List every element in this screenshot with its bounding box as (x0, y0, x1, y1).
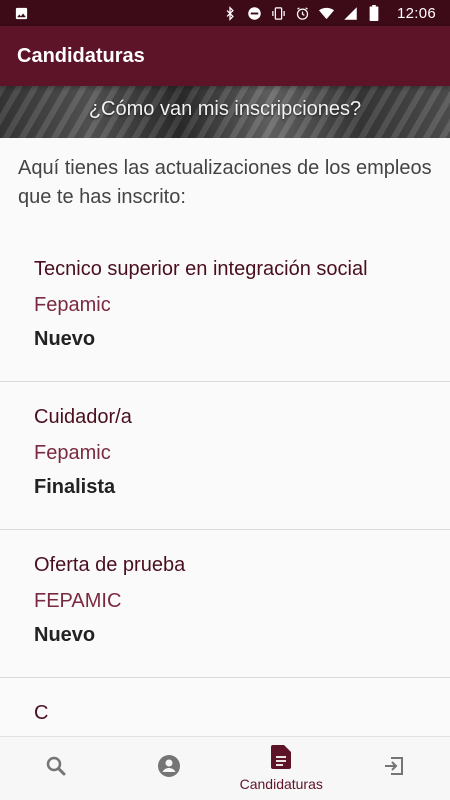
vibrate-icon (271, 6, 286, 21)
exit-icon (382, 754, 406, 783)
document-icon (271, 745, 292, 774)
status-bar: 12:06 (0, 0, 450, 26)
application-card[interactable]: Oferta de prueba FEPAMIC Nuevo (0, 530, 450, 678)
application-status: Nuevo (34, 624, 96, 646)
nav-logout[interactable] (338, 737, 450, 800)
applications-list[interactable]: Aquí tienes las actualizaciones de los e… (0, 138, 450, 736)
company-name: FEPAMIC (34, 590, 122, 612)
bottom-navigation: Candidaturas (0, 736, 450, 800)
bluetooth-icon (223, 5, 238, 21)
banner-text: ¿Cómo van mis inscripciones? (88, 98, 362, 120)
application-status: Nuevo (34, 328, 96, 350)
job-title: Oferta de prueba (34, 554, 186, 576)
nav-candidaturas[interactable]: Candidaturas (225, 737, 338, 800)
nav-profile[interactable] (113, 737, 226, 800)
application-status: Finalista (34, 476, 116, 498)
job-title: Cuidador/a (34, 406, 132, 428)
application-card[interactable]: Cuidador/a Fepamic Finalista (0, 382, 450, 530)
company-name: Fepamic (34, 294, 111, 316)
company-name: Fepamic (34, 442, 111, 464)
header-banner: ¿Cómo van mis inscripciones? (0, 86, 450, 138)
battery-icon (367, 5, 382, 21)
wifi-icon (318, 6, 334, 21)
nav-label: Candidaturas (239, 776, 323, 792)
status-time: 12:06 (396, 4, 436, 22)
search-icon (44, 754, 68, 783)
application-card[interactable]: Tecnico superior en integración social F… (0, 234, 450, 382)
app-bar: Candidaturas (0, 26, 450, 86)
application-card[interactable]: C (0, 678, 450, 736)
account-icon (157, 754, 181, 783)
signal-icon (343, 6, 358, 21)
image-icon (14, 6, 29, 21)
job-title: Tecnico superior en integración social (34, 258, 368, 280)
do-not-disturb-icon (247, 6, 262, 21)
job-title: C (34, 702, 49, 724)
page-title: Candidaturas (17, 44, 145, 67)
alarm-icon (295, 6, 310, 21)
nav-search[interactable] (0, 737, 113, 800)
intro-text: Aquí tienes las actualizaciones de los e… (18, 157, 432, 208)
